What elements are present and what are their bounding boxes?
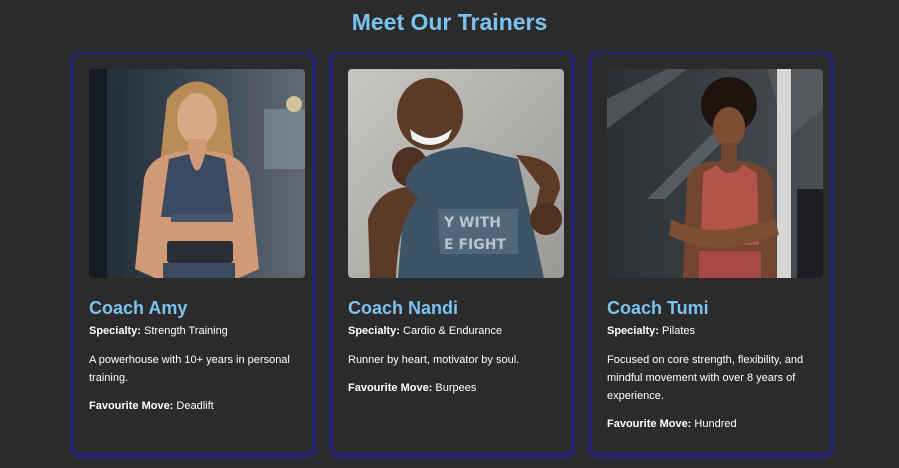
trainer-photo-tumi <box>607 69 823 278</box>
trainer-specialty: Specialty: Cardio & Endurance <box>348 324 562 338</box>
trainer-card-nandi: Y WITH E FIGHT Coach Nandi Specialty: Ca… <box>330 52 574 456</box>
specialty-value: Pilates <box>662 325 696 337</box>
trainer-specialty: Specialty: Strength Training <box>89 324 303 338</box>
svg-text:Y WITH: Y WITH <box>443 215 501 231</box>
trainer-description: Focused on core strength, flexibility, a… <box>607 354 804 402</box>
favourite-move-label: Favourite Move: <box>607 418 692 430</box>
specialty-value: Strength Training <box>144 325 228 337</box>
trainer-specialty: Specialty: Pilates <box>607 324 821 338</box>
trainer-card-tumi: Coach Tumi Specialty: Pilates Focused on… <box>589 52 833 456</box>
svg-text:E FIGHT: E FIGHT <box>444 237 506 253</box>
trainers-section: Meet Our Trainers Coach Amy Specialty: S… <box>0 0 899 468</box>
favourite-move-label: Favourite Move: <box>348 382 433 394</box>
section-title: Meet Our Trainers <box>351 9 548 35</box>
trainer-name: Coach Amy <box>89 298 188 318</box>
trainer-description: A powerhouse with 10+ years in personal … <box>89 354 290 384</box>
trainer-favourite-move: Favourite Move: Hundred <box>607 417 821 431</box>
trainer-favourite-move: Favourite Move: Burpees <box>348 381 562 395</box>
specialty-label: Specialty: <box>348 325 400 337</box>
trainer-name: Coach Nandi <box>348 298 459 318</box>
specialty-label: Specialty: <box>607 325 659 337</box>
trainer-favourite-move: Favourite Move: Deadlift <box>89 399 303 413</box>
specialty-value: Cardio & Endurance <box>403 325 503 337</box>
specialty-label: Specialty: <box>89 325 141 337</box>
favourite-move-value: Burpees <box>435 382 477 394</box>
favourite-move-value: Hundred <box>694 418 737 430</box>
trainer-card-amy: Coach Amy Specialty: Strength Training A… <box>71 52 315 456</box>
favourite-move-label: Favourite Move: <box>89 400 174 412</box>
trainer-description: Runner by heart, motivator by soul. <box>348 354 520 366</box>
trainer-photo-nandi: Y WITH E FIGHT <box>348 69 564 278</box>
favourite-move-value: Deadlift <box>176 400 214 412</box>
trainer-photo-amy <box>89 69 305 278</box>
trainer-name: Coach Tumi <box>607 298 709 318</box>
